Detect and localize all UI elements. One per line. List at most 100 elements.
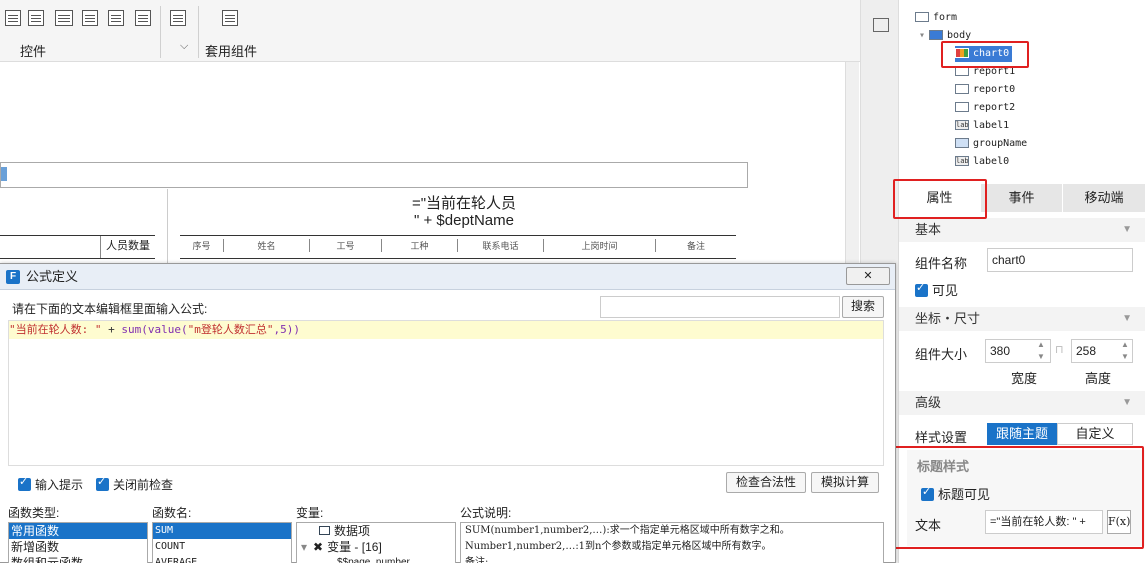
tab-mobile[interactable]: 移动端 <box>1063 184 1145 212</box>
style-setting-label: 样式设置 <box>915 430 968 445</box>
text-area-icon[interactable] <box>82 10 98 26</box>
close-icon[interactable]: ✕ <box>846 267 890 285</box>
height-stepper[interactable]: ▲ ▼ <box>1121 339 1129 363</box>
tree-item-report1[interactable]: report1 <box>955 64 1015 80</box>
radio-group-icon[interactable] <box>108 10 124 26</box>
tab-events[interactable]: 事件 <box>981 184 1063 212</box>
function-description: SUM(number1,number2,…):求一个指定单元格区域中所有数字之和… <box>460 522 884 563</box>
tree-item-form[interactable]: form <box>915 10 957 26</box>
report-icon <box>955 102 969 112</box>
style-follow-theme-button[interactable]: 跟随主题 <box>987 423 1057 445</box>
canvas-block-outline[interactable] <box>0 162 748 188</box>
tree-item-label1[interactable]: lab label1 <box>955 118 1009 134</box>
description-line: SUM(number1,number2,…):求一个指定单元格区域中所有数字之和… <box>465 525 790 536</box>
section-coord-size[interactable]: 坐标・尺寸 ▼ <box>899 307 1145 331</box>
label-icon: lab <box>955 156 969 166</box>
table-header-cell: 姓名 <box>224 239 310 252</box>
component-name-input[interactable]: chart0 <box>987 248 1133 272</box>
lock-icon[interactable]: ⊓ <box>1055 343 1064 356</box>
table-header-cell: 工号 <box>310 239 382 252</box>
visible-checkbox[interactable]: 可见 <box>915 280 958 299</box>
collapse-triangle-icon[interactable]: ▾ <box>301 540 307 554</box>
tree-item-label0[interactable]: lab label0 <box>955 154 1009 170</box>
tree-item-report2[interactable]: report2 <box>955 100 1015 116</box>
tree-node-data-items[interactable]: 数据项 <box>297 523 455 539</box>
formula-fx-button[interactable]: F(x) <box>1107 510 1131 534</box>
app-logo-icon: F <box>6 270 20 284</box>
width-caption: 宽度 <box>1011 371 1038 386</box>
description-line: 备注: <box>465 557 489 563</box>
list-item[interactable]: SUM <box>153 523 291 539</box>
formula-line[interactable]: "当前在轮人数: " + sum(value("m登轮人数汇总",5)) <box>9 321 883 339</box>
search-component-icon[interactable] <box>170 10 186 26</box>
title-visible-checkbox[interactable]: 标题可见 <box>921 484 990 503</box>
list-item[interactable]: 数组和元函数 <box>9 555 147 563</box>
section-basic[interactable]: 基本 ▼ <box>899 218 1145 242</box>
tree-node-page-number[interactable]: $$page_number <box>297 555 455 563</box>
dialog-titlebar[interactable]: F 公式定义 ✕ <box>0 264 895 290</box>
table-icon[interactable] <box>5 10 21 26</box>
text-label: 文本 <box>915 518 942 533</box>
check-before-close-checkbox[interactable]: 关闭前检查 <box>96 475 173 493</box>
width-stepper[interactable]: ▲ ▼ <box>1037 339 1045 363</box>
section-advanced[interactable]: 高级 ▼ <box>899 391 1145 415</box>
chevron-down-icon[interactable]: ⌵ <box>180 40 188 53</box>
formula-prompt: 请在下面的文本编辑框里面输入公式: <box>12 302 208 316</box>
list-item[interactable]: AVERAGE <box>153 555 291 563</box>
formula-editor[interactable]: "当前在轮人数: " + sum(value("m登轮人数汇总",5)) <box>8 320 884 466</box>
tree-item-body[interactable]: ▾ body <box>919 28 971 44</box>
chevron-down-icon[interactable]: ▼ <box>1122 307 1132 331</box>
block-handle[interactable] <box>1 167 7 181</box>
height-caption: 高度 <box>1085 371 1112 386</box>
layout-toggle-icon[interactable] <box>873 18 889 32</box>
body-icon <box>929 30 944 40</box>
layout-block-icon[interactable] <box>222 10 238 26</box>
formula-string: "当前在轮人数: " <box>9 323 102 336</box>
tab-properties[interactable]: 属性 <box>899 184 981 212</box>
people-count-header: 人员数量 <box>100 236 155 258</box>
function-name-list[interactable]: SUM COUNT AVERAGE <box>152 522 292 563</box>
kit-group-label: 套用组件 <box>205 44 258 59</box>
component-size-label: 组件大小 <box>915 347 968 362</box>
list-item[interactable]: 常用函数 <box>9 523 147 539</box>
tree-item-chart0[interactable]: chart0 <box>955 46 1013 62</box>
canvas-scrollbar[interactable] <box>845 62 859 272</box>
table-header-cell: 工种 <box>382 239 458 252</box>
title-style-heading: 标题样式 <box>917 459 970 474</box>
title-text-input[interactable]: ="当前在轮人数: " + <box>985 510 1103 534</box>
variable-tree[interactable]: 数据项 ▾ ✖ 变量 - [16] $$page_number <box>296 522 456 563</box>
label-icon: lab <box>955 120 969 130</box>
calendar-icon[interactable] <box>28 10 44 26</box>
controls-group-label: 控件 <box>20 44 47 59</box>
function-type-list[interactable]: 常用函数 新增函数 数组和元函数 <box>8 522 148 563</box>
variable-label: 变量: <box>296 506 324 520</box>
tree-node-variables[interactable]: ▾ ✖ 变量 - [16] <box>297 539 455 555</box>
description-line: Number1,number2,…:1到n个参数或指定单元格区域中所有数字。 <box>465 541 772 552</box>
chevron-down-icon[interactable]: ▼ <box>1122 391 1132 415</box>
table-header-cell: 联系电话 <box>458 239 544 252</box>
check-validity-button[interactable]: 检查合法性 <box>726 472 806 493</box>
report-icon <box>955 66 969 76</box>
design-canvas: 人员数量 ="当前在轮人员 " + $deptName 序号 姓名 工号 工种 … <box>0 62 860 279</box>
search-button[interactable]: 搜索 <box>842 296 884 318</box>
number-field-icon[interactable] <box>55 10 73 26</box>
checkbox-group-icon[interactable] <box>135 10 151 26</box>
data-item-icon <box>319 526 330 535</box>
table-header-cell: 上岗时间 <box>544 239 656 252</box>
function-search-input[interactable] <box>600 296 840 318</box>
simulate-button[interactable]: 模拟计算 <box>811 472 879 493</box>
input-hint-checkbox[interactable]: 输入提示 <box>18 475 83 493</box>
tree-item-groupname[interactable]: groupName <box>955 136 1027 152</box>
top-toolbar: 控件 ⌵ 套用组件 <box>0 0 860 62</box>
collapse-triangle-icon[interactable]: ▾ <box>919 30 925 41</box>
style-custom-button[interactable]: 自定义 <box>1057 423 1133 445</box>
property-tabs: 属性 事件 移动端 <box>899 184 1145 212</box>
list-item[interactable]: COUNT <box>153 539 291 555</box>
function-name-label: 函数名: <box>152 506 192 520</box>
variable-icon: ✖ <box>313 540 324 554</box>
chevron-down-icon[interactable]: ▼ <box>1122 218 1132 242</box>
tree-item-report0[interactable]: report0 <box>955 82 1015 98</box>
report-title-line1: ="当前在轮人员 <box>411 195 517 212</box>
title-style-panel: 标题样式 标题可见 文本 ="当前在轮人数: " + F(x) <box>907 450 1145 546</box>
list-item[interactable]: 新增函数 <box>9 539 147 555</box>
